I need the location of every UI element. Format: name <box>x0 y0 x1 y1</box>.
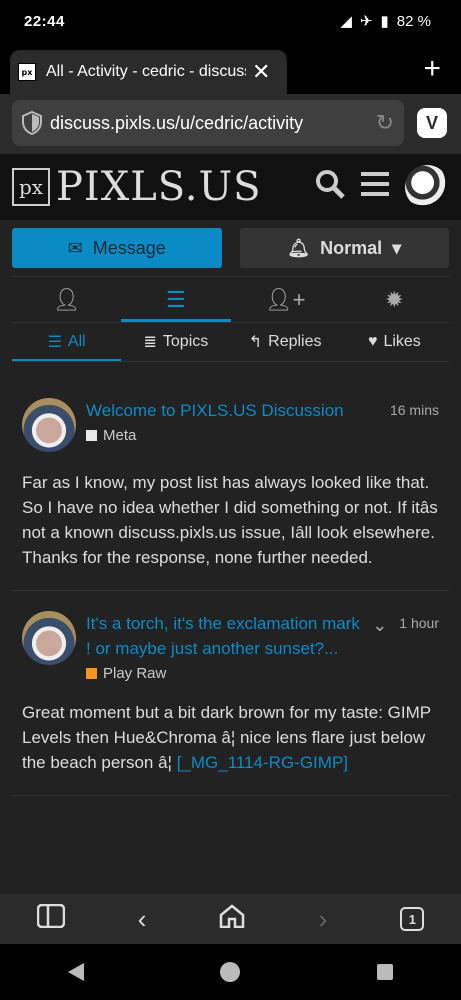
avatar[interactable] <box>22 398 76 452</box>
filter-replies[interactable]: ↰ Replies <box>231 323 340 361</box>
tab-title: All - Activity - cedric - discuss.pixls.… <box>46 63 246 80</box>
web-page: px PIXLS.US ✉ Message 🔔︎ Normal ▾ 👤︎ ☰ 👤… <box>0 154 461 894</box>
tab-switcher-button[interactable]: 1 <box>400 907 425 931</box>
envelope-icon: ✉ <box>67 237 83 258</box>
notification-level-label: Normal <box>320 237 383 258</box>
tab-activity[interactable]: ☰ <box>121 277 231 322</box>
post-excerpt: Great moment but a bit dark brown for my… <box>22 682 439 795</box>
site-logo-mark[interactable]: px <box>12 168 50 206</box>
filter-likes-label: Likes <box>383 333 421 350</box>
forward-icon[interactable]: › <box>319 904 328 935</box>
message-button-label: Message <box>92 237 166 258</box>
filter-likes[interactable]: ♥ Likes <box>340 323 449 361</box>
post-excerpt: Far as I know, my post list has always l… <box>22 473 438 567</box>
post-topic-title[interactable]: Welcome to PIXLS.US Discussion <box>86 398 382 423</box>
stream-icon: ☰ <box>166 286 186 312</box>
close-icon[interactable]: ✕ <box>252 59 270 85</box>
home-icon[interactable] <box>219 903 245 935</box>
profile-actions: ✉ Message 🔔︎ Normal ▾ <box>0 220 461 276</box>
search-icon[interactable] <box>315 169 345 206</box>
avatar[interactable] <box>22 611 76 665</box>
activity-filter-nav: ☰ All ≣ Topics ↰ Replies ♥ Likes <box>12 322 449 362</box>
wifi-icon: ◢ <box>340 13 352 30</box>
filter-topics-label: Topics <box>162 333 209 350</box>
site-header: px PIXLS.US <box>0 154 461 220</box>
reload-icon[interactable]: ↻ <box>376 110 394 136</box>
status-bar: 22:44 ◢ ✈ ▮ 82 % <box>0 0 461 44</box>
notification-level-button[interactable]: 🔔︎ Normal ▾ <box>239 228 449 268</box>
back-icon[interactable]: ‹ <box>138 904 147 935</box>
tab-strip: px All - Activity - cedric - discuss.pix… <box>0 44 461 94</box>
site-logo-text[interactable]: PIXLS.US <box>56 164 262 210</box>
chevron-down-icon[interactable]: ⌄ <box>372 615 387 682</box>
current-user-avatar[interactable] <box>405 165 449 209</box>
new-tab-icon[interactable]: + <box>423 52 441 86</box>
activity-post: Welcome to PIXLS.US Discussion Meta 16 m… <box>12 378 449 591</box>
system-nav-bar <box>0 944 461 1000</box>
airplane-icon: ✈ <box>359 13 373 30</box>
panel-icon[interactable] <box>36 903 65 935</box>
stream-icon: ☰ <box>47 334 62 351</box>
vivaldi-menu-icon[interactable]: V <box>417 108 447 138</box>
reply-icon: ↰ <box>248 334 263 351</box>
category-name: Meta <box>103 427 137 444</box>
message-button[interactable]: ✉ Message <box>12 228 222 268</box>
system-recents-icon[interactable] <box>376 964 393 980</box>
post-image-link[interactable]: [_MG_1114-RG-GIMP] <box>177 753 348 772</box>
user-plus-icon: 👤︎+ <box>264 286 306 312</box>
heart-icon: ♥ <box>367 333 378 350</box>
filter-topics[interactable]: ≣ Topics <box>121 323 230 361</box>
url-text: discuss.pixls.us/u/cedric/activity <box>50 112 304 133</box>
browser-tab[interactable]: px All - Activity - cedric - discuss.pix… <box>10 50 287 94</box>
post-topic-title[interactable]: It's a torch, it's the exclamation mark … <box>86 611 364 661</box>
activity-post: It's a torch, it's the exclamation mark … <box>12 591 449 796</box>
caret-down-icon: ▾ <box>392 237 402 258</box>
category-name: Play Raw <box>103 665 167 682</box>
status-time: 22:44 <box>24 13 65 30</box>
badge-icon: ✹ <box>385 286 404 312</box>
list-icon: ≣ <box>143 334 157 351</box>
tab-summary[interactable]: 👤︎ <box>12 277 121 322</box>
battery-icon: ▮ <box>380 13 389 30</box>
category-color-swatch <box>86 430 97 441</box>
category-color-swatch <box>86 668 97 679</box>
filter-all[interactable]: ☰ All <box>12 323 122 361</box>
address-bar[interactable]: discuss.pixls.us/u/cedric/activity ↻ <box>12 100 404 146</box>
browser-bottom-bar: ‹ › 1 <box>0 894 461 944</box>
post-time: 16 mins <box>389 402 439 418</box>
filter-all-label: All <box>67 333 86 350</box>
filter-replies-label: Replies <box>268 333 322 350</box>
tab-badges[interactable]: ✹ <box>340 277 449 322</box>
tab-invites[interactable]: 👤︎+ <box>231 277 340 322</box>
system-back-icon[interactable] <box>68 963 85 981</box>
hamburger-menu-icon[interactable] <box>361 171 389 204</box>
favicon-icon: px <box>18 63 36 81</box>
bell-icon: 🔔︎ <box>287 237 311 258</box>
shield-icon <box>22 111 42 135</box>
post-category[interactable]: Meta <box>86 427 382 444</box>
system-home-icon[interactable] <box>220 962 241 982</box>
profile-nav: 👤︎ ☰ 👤︎+ ✹ <box>12 276 449 322</box>
address-bar-area: discuss.pixls.us/u/cedric/activity ↻ V <box>0 94 461 154</box>
post-time: 1 hour <box>399 615 439 631</box>
post-category[interactable]: Play Raw <box>86 665 364 682</box>
battery-level: 82 % <box>396 12 431 30</box>
user-icon: 👤︎ <box>52 286 81 312</box>
